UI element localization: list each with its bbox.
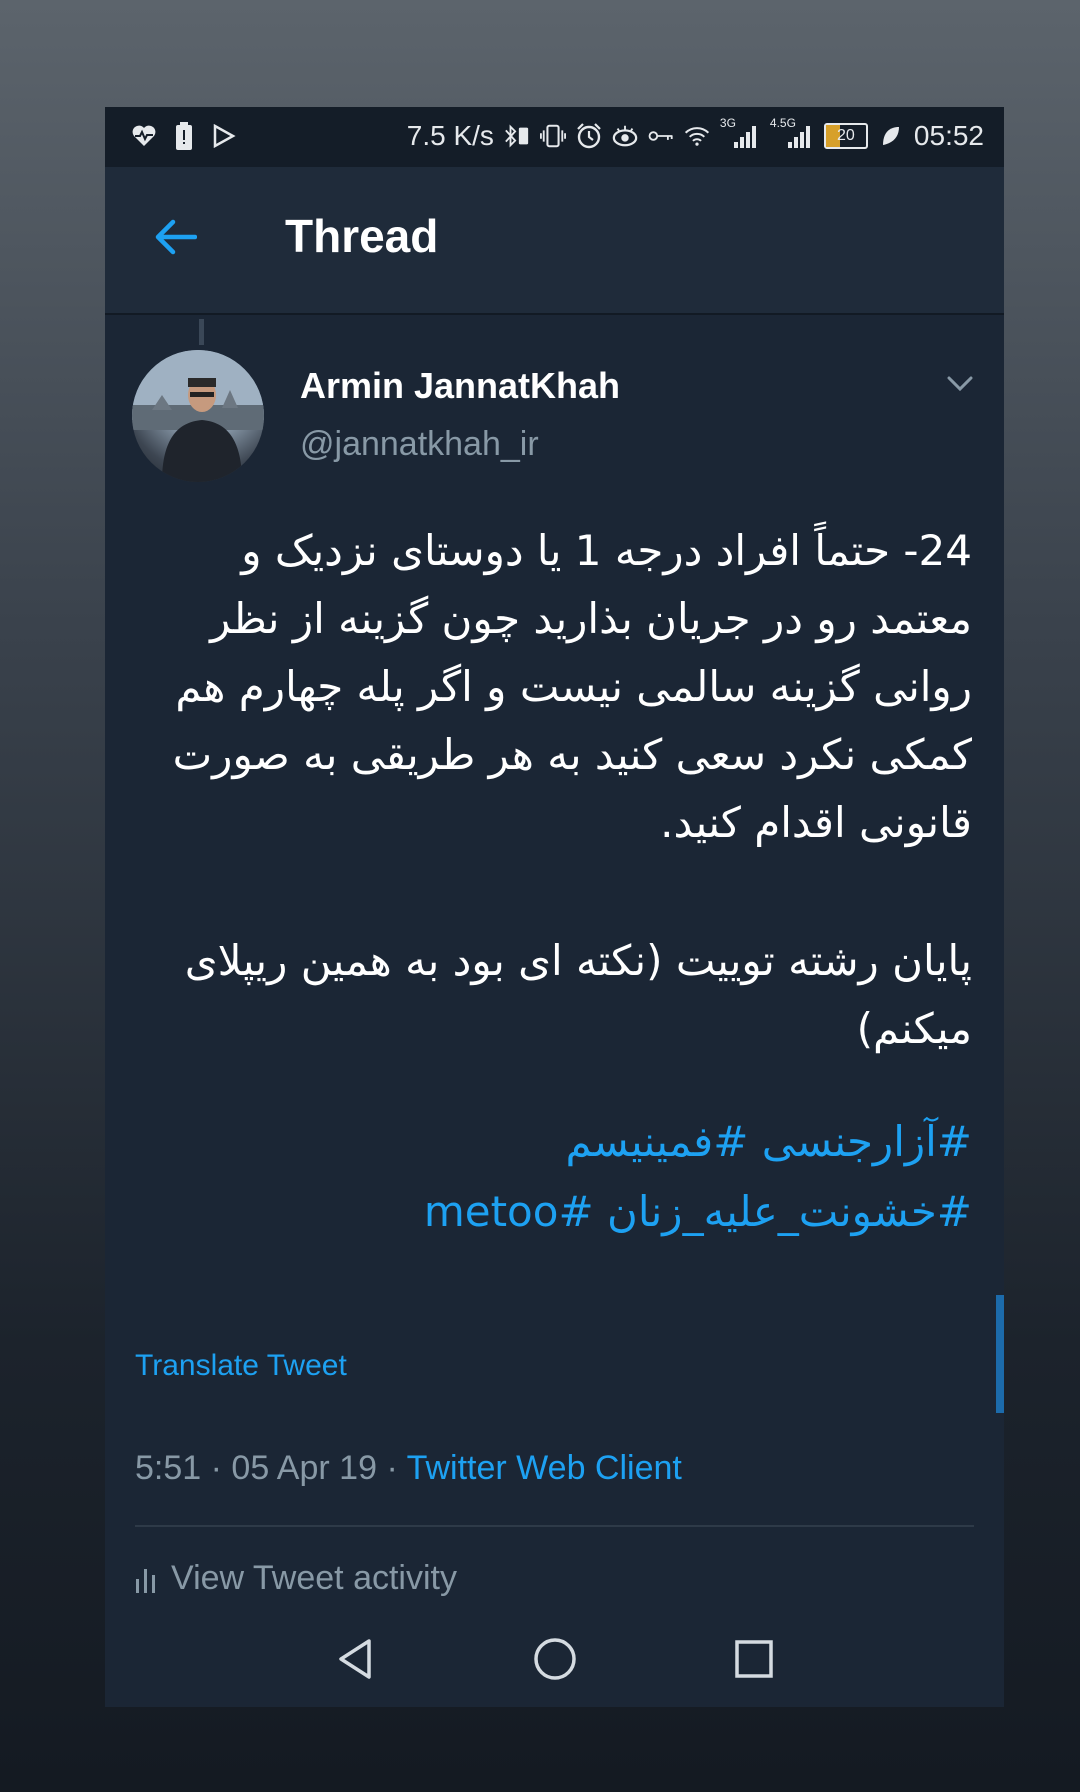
eye-icon <box>612 119 638 153</box>
net-speed: 7.5 K/s <box>406 120 494 151</box>
signal-3g-icon: 3G <box>720 117 760 153</box>
author-name[interactable]: Armin JannatKhah <box>300 365 620 407</box>
tweet-meta: 5:51 · 05 Apr 19 · Twitter Web Client <box>135 1449 682 1488</box>
avatar-photo <box>132 350 264 482</box>
chevron-down-icon <box>947 376 973 392</box>
heart-rate-icon <box>131 119 157 153</box>
battery-icon: 20 <box>823 123 868 149</box>
view-tweet-activity-label: View Tweet activity <box>171 1559 457 1597</box>
tweet-body-paragraph-1: 24- حتماً افراد درجه 1 یا دوستای نزدیک و… <box>172 526 972 847</box>
play-store-icon <box>211 119 237 153</box>
hashtag-line-2[interactable]: #خشونت_علیه_زنان #metoo <box>155 1177 972 1247</box>
signal-45g-icon: 4.5G <box>770 117 814 153</box>
page-title: Thread <box>285 210 439 262</box>
square-recents-icon <box>735 1640 773 1678</box>
tweet-hashtags: #آزارجنسی #فمینیسم #خشونت_علیه_زنان #met… <box>155 1107 972 1247</box>
tweet-time: 5:51 <box>135 1449 202 1487</box>
avatar[interactable] <box>132 350 264 482</box>
divider <box>135 1525 974 1527</box>
scrollbar[interactable] <box>996 1295 1004 1413</box>
alarm-icon <box>576 119 602 153</box>
translate-tweet-link[interactable]: Translate Tweet <box>135 1349 347 1383</box>
circle-home-icon <box>534 1638 576 1680</box>
view-tweet-activity-button[interactable]: View Tweet activity <box>135 1559 457 1598</box>
arrow-left-icon <box>155 219 197 255</box>
meta-separator: · <box>210 1449 222 1487</box>
triangle-back-icon <box>339 1639 371 1679</box>
tweet-date: 05 Apr 19 <box>231 1449 377 1487</box>
tweet-options-button[interactable] <box>940 369 980 399</box>
leaf-icon <box>878 119 904 153</box>
nav-recents-button[interactable] <box>724 1629 784 1689</box>
key-icon <box>648 119 674 153</box>
bar-chart-icon <box>136 1568 155 1593</box>
meta-separator: · <box>386 1449 398 1487</box>
status-right-icons: 7.5 K/s 3G 4.5G 20 05:52 <box>406 117 984 153</box>
app-header: Thread <box>105 167 1004 315</box>
hashtag-line-1[interactable]: #آزارجنسی #فمینیسم <box>155 1107 972 1177</box>
nav-home-button[interactable] <box>525 1629 585 1689</box>
wifi-icon <box>684 119 710 153</box>
status-bar: 7.5 K/s 3G 4.5G 20 05:52 <box>105 107 1004 167</box>
back-button[interactable] <box>145 207 205 267</box>
bluetooth-battery-icon <box>504 119 530 153</box>
vibrate-icon <box>539 119 566 153</box>
system-navigation-bar <box>105 1611 1004 1707</box>
battery-alert-icon <box>171 119 197 153</box>
author-handle[interactable]: @jannatkhah_ir <box>300 425 539 464</box>
status-left-icons <box>131 119 237 153</box>
thread-connector-line <box>199 319 204 345</box>
tweet-client-link[interactable]: Twitter Web Client <box>407 1449 682 1487</box>
tweet-body-paragraph-2: پایان رشته توییت (نکته ای بود به همین ری… <box>184 936 972 1053</box>
status-time: 05:52 <box>913 120 984 151</box>
phone-screen: 7.5 K/s 3G 4.5G 20 05:52 Thread Armin Ja… <box>105 107 1004 1707</box>
nav-back-button[interactable] <box>325 1629 385 1689</box>
